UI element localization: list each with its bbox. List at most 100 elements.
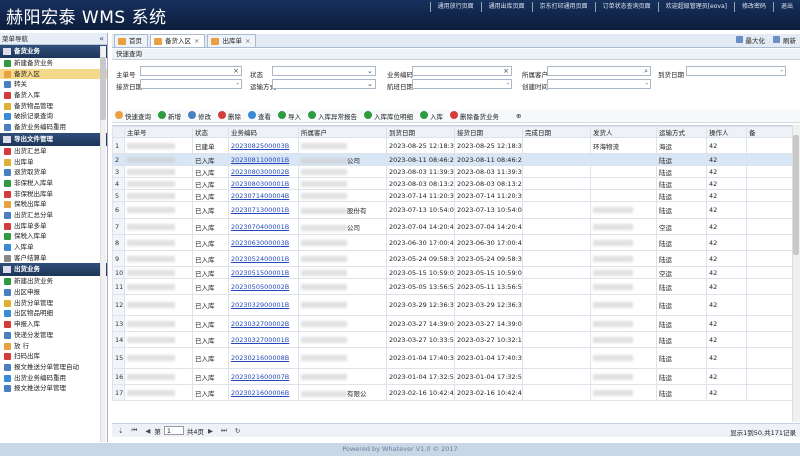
arrive-date-cell[interactable]: 2023-08-11 08:46:22 — [386, 153, 455, 166]
operator-cell[interactable]: 42 — [706, 250, 747, 267]
arrive-date-cell[interactable]: 2023-08-25 12:18:33 — [386, 137, 455, 154]
toolbar-button[interactable]: 新增 — [155, 111, 185, 121]
table-row[interactable]: 15 已入库 2023021600008B 2023-01-04 17:40:30 20… — [112, 347, 800, 369]
row-number[interactable]: 3 — [112, 165, 125, 178]
status-cell[interactable]: 已入库 — [192, 218, 229, 235]
biz-code-link[interactable]: 2023052400001B — [228, 250, 299, 267]
row-number[interactable]: 7 — [112, 218, 125, 235]
receive-date-cell[interactable]: 2023-08-03 08:13:22 — [454, 177, 523, 190]
table-row[interactable]: 9 已入库 2023052400001B 2023-05-24 09:58:30 202… — [112, 250, 800, 267]
arrive-date-cell[interactable]: 2023-08-03 08:13:22 — [386, 177, 455, 190]
grid-scroll-thumb[interactable] — [793, 135, 799, 255]
biz-code-link[interactable]: 2023051500001B — [228, 266, 299, 279]
receive-date-cell[interactable]: 2023-07-14 11:20:39 — [454, 189, 523, 202]
table-row[interactable]: 1 已建单 2023082500003B 2023-08-25 12:18:33 202… — [112, 137, 800, 154]
row-number[interactable]: 11 — [112, 278, 125, 295]
receive-date-cell[interactable]: 2023-08-25 12:18:33 — [454, 137, 523, 154]
transport-cell[interactable]: 陆运 — [656, 278, 707, 295]
sidebar-item[interactable]: 备货物品管理 — [0, 101, 107, 112]
sidebar-section[interactable]: 备货业务 — [0, 45, 107, 58]
transport-cell[interactable]: 空运 — [656, 218, 707, 235]
toolbar-button[interactable]: 入库库位明细 — [361, 111, 417, 121]
top-link[interactable]: 修改密码 — [733, 2, 773, 12]
biz-code-link[interactable]: 2023032900001B — [228, 294, 299, 316]
column-header[interactable]: 操作人 — [706, 126, 747, 138]
arrive-date-cell[interactable]: 2023-05-15 10:59:00 — [386, 266, 455, 279]
biz-code-link[interactable]: 2023032700001B — [228, 331, 299, 348]
toolbar-button[interactable]: 查看 — [245, 111, 275, 121]
arrive-date-cell[interactable]: 2023-08-03 11:39:31 — [386, 165, 455, 178]
table-row[interactable]: 16 已入库 2023021600007B 2023-01-04 17:32:52 20… — [112, 368, 800, 385]
biz-code-link[interactable]: 2023021600006B — [228, 384, 299, 401]
biz-code-link[interactable]: 2023071300001B — [228, 201, 299, 219]
receive-date-cell[interactable]: 2023-08-03 11:39:31 — [454, 165, 523, 178]
row-number[interactable]: 2 — [112, 153, 125, 166]
top-link[interactable]: 订单状态查询页面 — [594, 2, 658, 12]
arrive-date-cell[interactable]: 2023-02-16 10:42:41 — [386, 384, 455, 401]
row-number[interactable]: 10 — [112, 266, 125, 279]
operator-cell[interactable]: 42 — [706, 315, 747, 332]
row-number[interactable]: 17 — [112, 384, 125, 401]
sidebar-item[interactable]: 出区申报 — [0, 287, 107, 298]
table-row[interactable]: 7 已入库 2023070400001B 公司 2023-07-04 14:20:44 2… — [112, 218, 800, 235]
operator-cell[interactable]: 42 — [706, 368, 747, 385]
receive-date-cell[interactable]: 2023-08-11 08:46:22 — [454, 153, 523, 166]
status-cell[interactable]: 已入库 — [192, 331, 229, 348]
receive-date-cell[interactable]: 2023-05-11 13:56:57 — [454, 278, 523, 295]
tab-0[interactable]: 首页 — [114, 34, 148, 47]
status-cell[interactable]: 已入库 — [192, 165, 229, 178]
status-cell[interactable]: 已入库 — [192, 315, 229, 332]
sidebar-item[interactable]: 出货汇总单 — [0, 146, 107, 157]
maximize-button[interactable]: 最大化 — [735, 35, 765, 45]
row-number[interactable]: 13 — [112, 315, 125, 332]
table-row[interactable]: 10 已入库 2023051500001B 2023-05-15 10:59:00 20… — [112, 266, 800, 279]
biz-code-link[interactable]: 2023080300002B — [228, 165, 299, 178]
sidebar-item[interactable]: 申报入库 — [0, 319, 107, 330]
toolbar-button[interactable]: 入库异常报告 — [305, 111, 361, 121]
sidebar-item[interactable]: 出货汇总分单 — [0, 210, 107, 221]
toolbar-button[interactable]: 导入 — [275, 111, 305, 121]
top-link[interactable]: 京东打印通用页面 — [531, 2, 595, 12]
row-number[interactable]: 15 — [112, 347, 125, 369]
column-header[interactable]: 完成日期 — [522, 126, 591, 138]
arrive-date-cell[interactable]: 2023-03-29 12:36:37 — [386, 294, 455, 316]
table-row[interactable]: 8 已入库 2023063000003B 2023-06-30 17:00:47 202… — [112, 234, 800, 251]
biz-code-link[interactable]: 2023050500002B — [228, 278, 299, 295]
receive-date-cell[interactable]: 2023-05-24 09:58:30 — [454, 250, 523, 267]
sidebar-item[interactable]: 备货入库 — [0, 90, 107, 101]
transport-cell[interactable]: 陆运 — [656, 331, 707, 348]
sidebar-item[interactable]: 入库单 — [0, 242, 107, 253]
sidebar-item[interactable]: 保税出库单 — [0, 199, 107, 210]
top-link[interactable]: 通用出库页面 — [480, 2, 532, 12]
column-header[interactable]: 到货日期 — [386, 126, 455, 138]
prev-page-button[interactable]: ◀ — [145, 427, 150, 435]
chevron-down-icon[interactable]: ⌄ — [367, 67, 373, 76]
table-row[interactable]: 11 已入库 2023050500002B 2023-05-05 13:56:57 20… — [112, 278, 800, 295]
transport-cell[interactable]: 陆运 — [656, 368, 707, 385]
receive-date-input[interactable]: - — [140, 79, 242, 89]
status-cell[interactable]: 已入库 — [192, 234, 229, 251]
transport-cell[interactable]: 陆运 — [656, 177, 707, 190]
table-row[interactable]: 17 已入库 2023021600006B 有限公 2023-02-16 10:42:4… — [112, 384, 800, 401]
biz-code-link[interactable]: 2023071400004B — [228, 189, 299, 202]
row-number[interactable]: 14 — [112, 331, 125, 348]
operator-cell[interactable]: 42 — [706, 218, 747, 235]
receive-date-cell[interactable]: 2023-03-27 14:39:06 — [454, 315, 523, 332]
arrive-date-cell[interactable]: 2023-01-04 17:32:52 — [386, 368, 455, 385]
operator-cell[interactable]: 42 — [706, 278, 747, 295]
row-number[interactable]: 9 — [112, 250, 125, 267]
transport-cell[interactable]: 陆运 — [656, 294, 707, 316]
column-header[interactable]: 主单号 — [124, 126, 193, 138]
receive-date-cell[interactable]: 2023-01-04 17:40:30 — [454, 347, 523, 369]
sidebar-item[interactable]: 非保税入库单 — [0, 178, 107, 189]
order-no-input[interactable]: × — [140, 66, 242, 76]
sidebar-item[interactable]: 出货分单管理 — [0, 298, 107, 309]
status-cell[interactable]: 已入库 — [192, 250, 229, 267]
status-cell[interactable]: 已入库 — [192, 384, 229, 401]
sidebar-item[interactable]: 备货入区 — [0, 68, 107, 80]
status-cell[interactable]: 已入库 — [192, 266, 229, 279]
sidebar-item[interactable]: 出库单 — [0, 157, 107, 168]
biz-code-link[interactable]: 2023063000003B — [228, 234, 299, 251]
toolbar-button[interactable]: 修改 — [185, 111, 215, 121]
receive-date-cell[interactable]: 2023-07-04 14:20:44 — [454, 218, 523, 235]
